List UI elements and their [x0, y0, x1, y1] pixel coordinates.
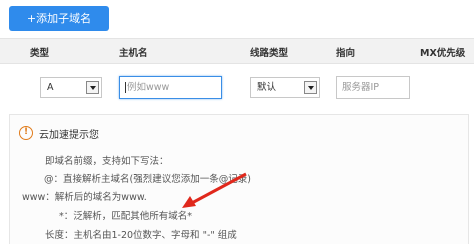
table-header: 类型 主机名 线路类型 指向 MX优先级 — [0, 38, 474, 64]
header-type: 类型 — [30, 48, 50, 59]
tip-intro: 即域名前缀，支持如下写法： — [45, 156, 169, 167]
tip-line-length: 长度：主机名由1-20位数字、字母和 "-" 组成 — [45, 230, 237, 241]
text-caret — [125, 82, 126, 93]
type-select-value: A — [47, 82, 54, 93]
type-select[interactable]: A — [40, 77, 102, 98]
annotation-arrow-icon — [182, 172, 247, 208]
line-type-select[interactable]: 默认 — [250, 77, 320, 98]
chevron-down-icon[interactable] — [304, 81, 317, 94]
add-subdomain-button[interactable]: +添加子域名 — [9, 6, 109, 31]
line-type-select-value: 默认 — [257, 82, 277, 93]
tip-title: 云加速提示您 — [39, 130, 99, 141]
toolbar: +添加子域名 — [0, 0, 474, 38]
header-target: 指向 — [336, 48, 356, 59]
target-input[interactable]: 服务器IP — [336, 76, 410, 99]
header-line-type: 线路类型 — [250, 48, 289, 59]
target-input-placeholder: 服务器IP — [342, 82, 380, 93]
chevron-down-icon[interactable] — [86, 81, 99, 94]
header-mx-priority: MX优先级 — [420, 48, 466, 59]
tip-line-wildcard: *：泛解析，匹配其他所有域名* — [59, 211, 193, 222]
host-input[interactable]: 例如www — [119, 76, 222, 99]
header-host: 主机名 — [119, 48, 148, 59]
exclamation-circle-icon: ! — [19, 126, 33, 140]
tip-line-www: www：解析后的域名为www. — [22, 192, 147, 203]
record-form-row: A 例如www 默认 服务器IP — [0, 64, 474, 114]
host-input-placeholder: 例如www — [127, 82, 170, 93]
